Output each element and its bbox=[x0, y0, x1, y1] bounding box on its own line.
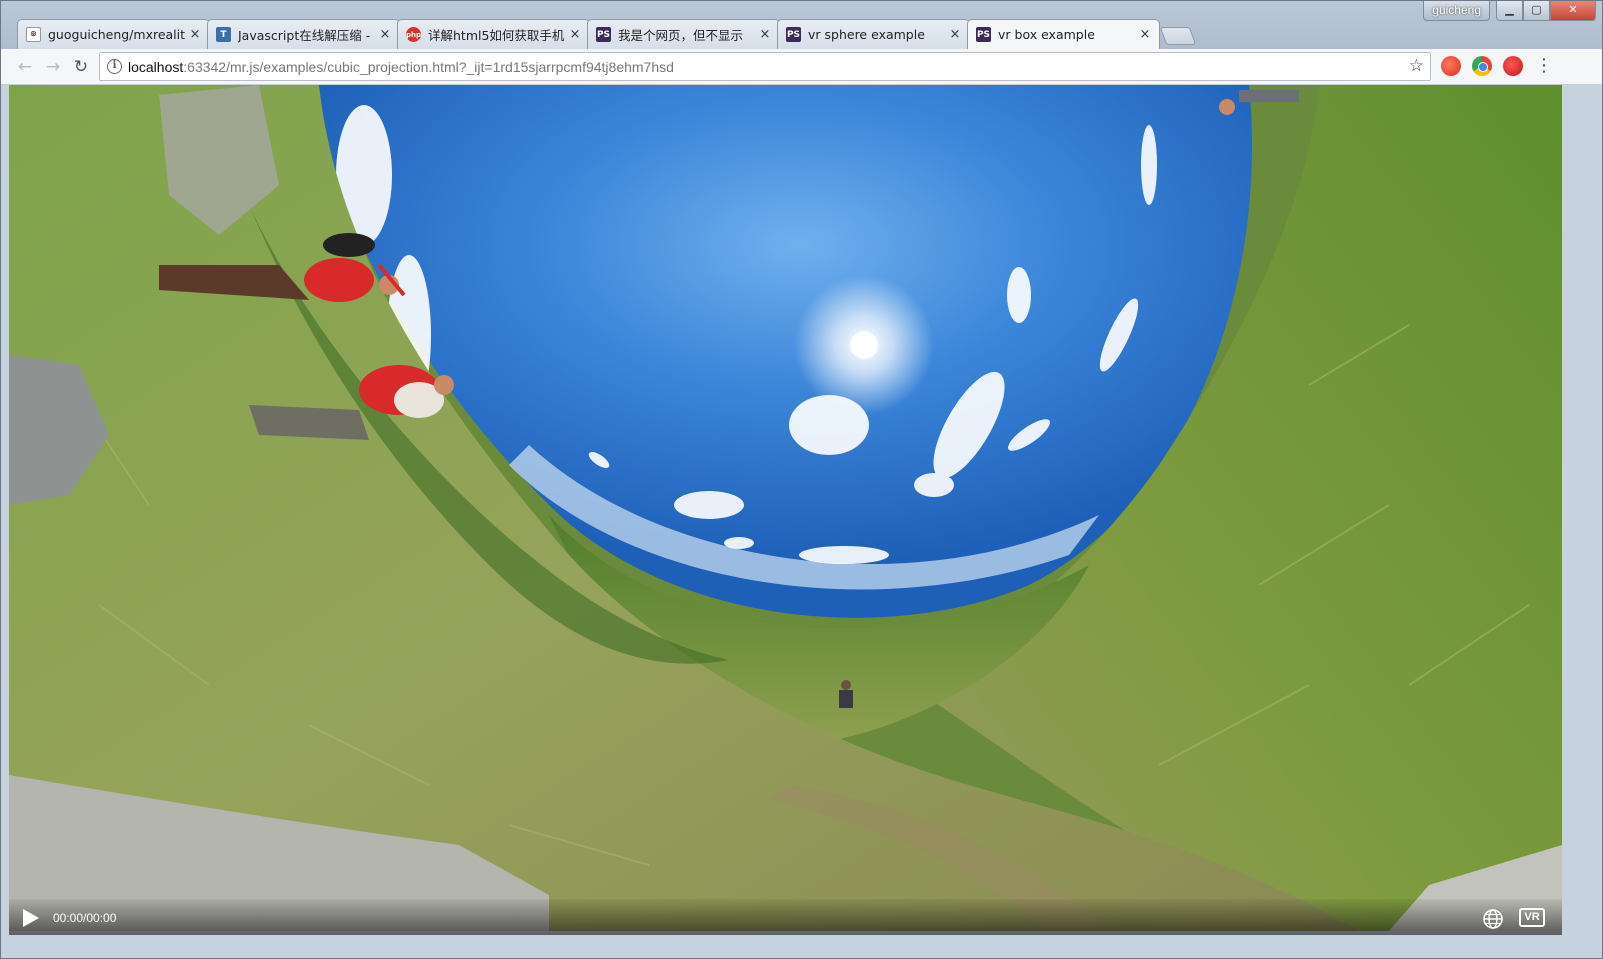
tab-close-icon[interactable]: × bbox=[1139, 27, 1151, 42]
tab-4[interactable]: PS vr sphere example × bbox=[777, 19, 970, 49]
forward-button[interactable]: → bbox=[41, 55, 65, 79]
globe-icon[interactable] bbox=[1482, 908, 1504, 930]
url-host: localhost bbox=[128, 59, 184, 75]
phpstorm-icon: PS bbox=[596, 27, 611, 42]
tab-close-icon[interactable]: × bbox=[189, 27, 201, 42]
panorama-scene bbox=[9, 85, 1562, 931]
new-tab-button[interactable] bbox=[1159, 27, 1197, 45]
tab-label: 我是个网页，但不显示 bbox=[618, 28, 744, 43]
extension-icon[interactable] bbox=[1441, 56, 1461, 76]
php-icon: php bbox=[406, 27, 421, 42]
phpstorm-icon: PS bbox=[976, 27, 991, 42]
tab-label: vr box example bbox=[998, 27, 1095, 42]
tab-close-icon[interactable]: × bbox=[379, 27, 391, 42]
phpstorm-icon: PS bbox=[786, 27, 801, 42]
browser-menu-icon[interactable]: ⋮ bbox=[1535, 55, 1553, 77]
tab-2[interactable]: php 详解html5如何获取手机 × bbox=[397, 19, 590, 49]
browser-toolbar: ← → ↻ i localhost:63342/mr.js/examples/c… bbox=[1, 49, 1602, 85]
vr-mode-button[interactable]: VR bbox=[1519, 908, 1545, 927]
chrome-extension-icon[interactable] bbox=[1472, 56, 1492, 76]
tab-close-icon[interactable]: × bbox=[569, 27, 581, 42]
tab-1[interactable]: T Javascript在线解压缩 - × bbox=[207, 19, 400, 49]
tab-label: Javascript在线解压缩 - bbox=[238, 28, 371, 43]
tab-close-icon[interactable]: × bbox=[759, 27, 771, 42]
browser-window: ⌾ guoguicheng/mxreality × T Javascript在线… bbox=[0, 0, 1603, 959]
time-display: 00:00/00:00 bbox=[53, 911, 117, 925]
back-button[interactable]: ← bbox=[13, 55, 37, 79]
tab-3[interactable]: PS 我是个网页，但不显示 × bbox=[587, 19, 780, 49]
tab-strip: ⌾ guoguicheng/mxreality × T Javascript在线… bbox=[1, 1, 1602, 49]
maximize-button[interactable]: ▢ bbox=[1523, 1, 1550, 21]
tab-close-icon[interactable]: × bbox=[949, 27, 961, 42]
video-controls-bar: 00:00/00:00 VR bbox=[9, 899, 1562, 935]
profile-badge[interactable]: guicheng bbox=[1423, 1, 1490, 21]
bookmark-star-icon[interactable]: ☆ bbox=[1409, 56, 1424, 76]
tab-list: ⌾ guoguicheng/mxreality × T Javascript在线… bbox=[17, 19, 1197, 49]
vr-panorama-viewport[interactable] bbox=[9, 85, 1562, 931]
url-text[interactable]: localhost:63342/mr.js/examples/cubic_pro… bbox=[128, 59, 674, 75]
reload-button[interactable]: ↻ bbox=[69, 55, 93, 79]
tab-label: guoguicheng/mxreality bbox=[48, 27, 185, 42]
tab-0[interactable]: ⌾ guoguicheng/mxreality × bbox=[17, 19, 210, 49]
tab-label: 详解html5如何获取手机 bbox=[428, 28, 565, 43]
window-controls: guicheng ▁ ▢ ✕ bbox=[1423, 1, 1596, 21]
tab-label: vr sphere example bbox=[808, 27, 925, 42]
t-icon: T bbox=[216, 27, 231, 42]
minimize-button[interactable]: ▁ bbox=[1496, 1, 1523, 21]
window-bottom-frame bbox=[1, 935, 1602, 958]
github-icon: ⌾ bbox=[26, 27, 41, 42]
extension-icon-red[interactable] bbox=[1503, 56, 1523, 76]
play-icon[interactable] bbox=[23, 909, 39, 927]
url-path: :63342/mr.js/examples/cubic_projection.h… bbox=[183, 59, 674, 75]
close-window-button[interactable]: ✕ bbox=[1550, 1, 1596, 21]
tab-5-active[interactable]: PS vr box example × bbox=[967, 19, 1160, 49]
address-bar[interactable]: i localhost:63342/mr.js/examples/cubic_p… bbox=[99, 52, 1431, 81]
info-icon[interactable]: i bbox=[107, 59, 122, 74]
